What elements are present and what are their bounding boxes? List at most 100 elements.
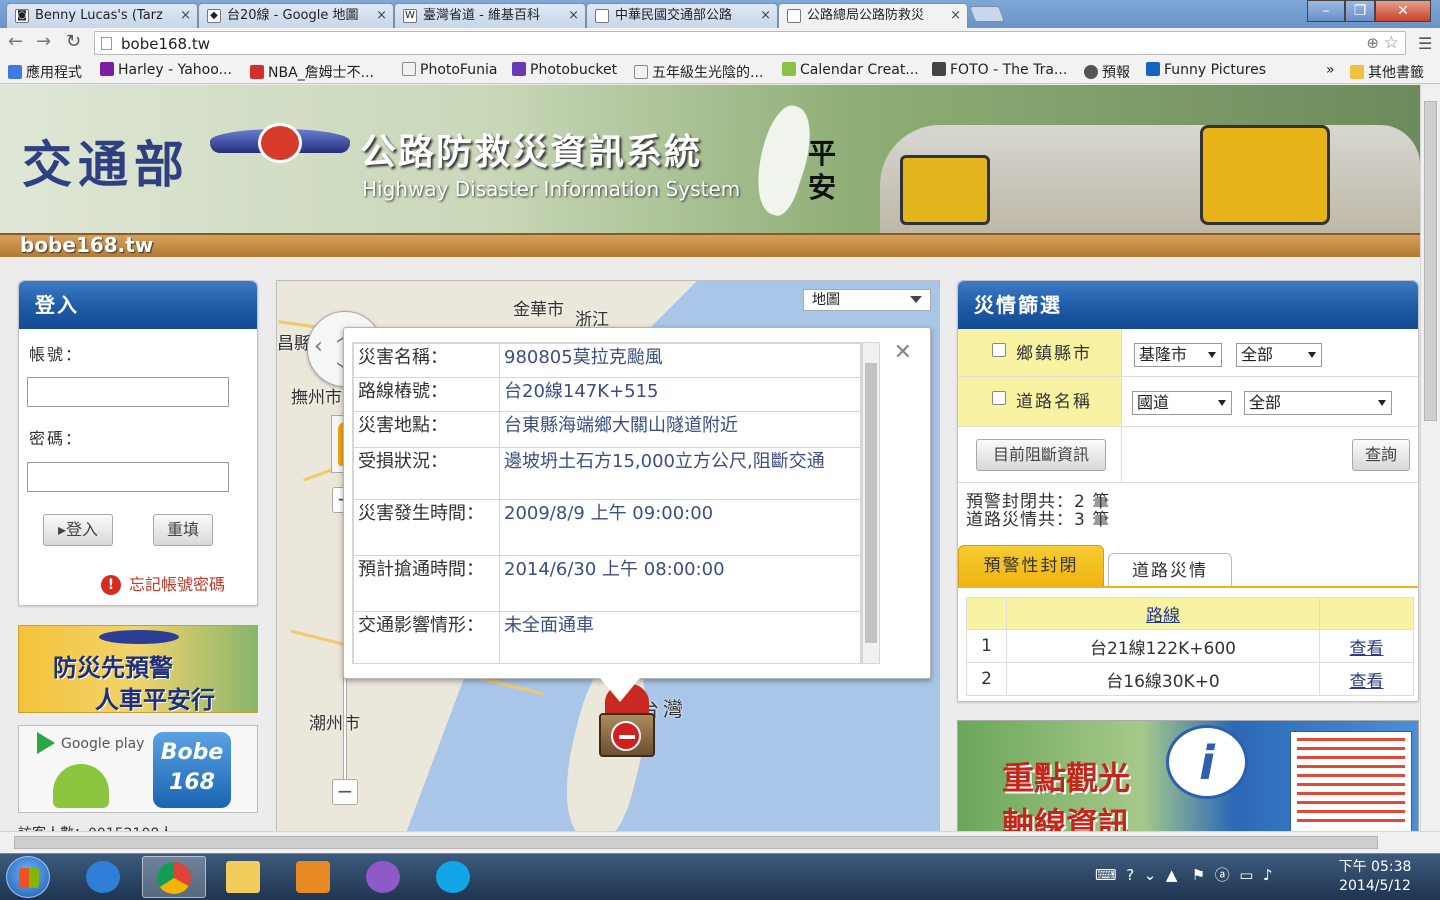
view-link[interactable]: 查看	[1319, 629, 1414, 663]
tab-close-icon[interactable]: ×	[760, 4, 771, 27]
table-row: 災害發生時間： 2009/8/9 上午 09:00:00	[353, 499, 861, 556]
taskbar-clock[interactable]: 下午 05:38 2014/5/12	[1330, 858, 1420, 896]
bookmark-foto[interactable]: FOTO - The Tra...	[932, 62, 1067, 78]
taskbar-chrome[interactable]	[142, 856, 206, 898]
bookmarks-overflow-chevron[interactable]: »	[1326, 62, 1335, 78]
info-window-scrollbar[interactable]	[862, 342, 880, 664]
township-select[interactable]: 全部	[1236, 343, 1322, 367]
reset-button[interactable]: 重填	[153, 514, 213, 546]
browser-tab-5-active[interactable]: 公路總局公路防救災 ×	[778, 3, 968, 29]
window-close-button[interactable]: ✕	[1375, 0, 1431, 22]
bookmark-apps[interactable]: 應用程式	[8, 62, 82, 82]
login-button[interactable]: ▸登入	[43, 514, 113, 546]
tab-close-icon[interactable]: ×	[376, 4, 387, 27]
page-horizontal-scrollbar[interactable]	[0, 831, 1440, 853]
bookmark-star-icon[interactable]: ☆	[1384, 33, 1399, 53]
keyboard-icon[interactable]: ⌨	[1095, 866, 1117, 884]
password-input[interactable]	[27, 462, 229, 492]
bookmark-photobucket[interactable]: Photobucket	[512, 62, 617, 78]
table-row: 預計搶通時間： 2014/6/30 上午 08:00:00	[353, 555, 861, 612]
county-checkbox[interactable]	[992, 343, 1006, 357]
table-row: 1 台21線122K+600 查看	[966, 629, 1414, 663]
disaster-warning-banner[interactable]: 防災先預警 人車平安行	[18, 625, 258, 713]
bookmark-photofunia[interactable]: PhotoFunia	[402, 62, 497, 78]
eye-icon	[1084, 65, 1098, 79]
window-minimize-button[interactable]: –	[1307, 0, 1345, 22]
account-input[interactable]	[27, 377, 229, 407]
browser-tab-1[interactable]: ◙ Benny Lucas's (Tarz ×	[6, 3, 198, 28]
bookmark-fifth-grade[interactable]: 五年級生光陰的...	[634, 62, 763, 82]
browser-menu-icon[interactable]: ☰	[1418, 34, 1432, 53]
window-maximize-button[interactable]: ❐	[1345, 0, 1375, 22]
table-row: 災害地點： 台東縣海端鄉大關山隧道附近	[353, 411, 861, 448]
map-view[interactable]: 金華市 浙江 撫州市 潮州市 台灣 昌縣 地圖 ︿ ﹀ ‹ › + − 災害名稱…	[276, 280, 940, 831]
tab-close-icon[interactable]: ×	[180, 4, 191, 27]
pan-left-icon[interactable]: ‹	[314, 334, 323, 359]
taskbar-yahoo-messenger[interactable]	[352, 856, 416, 898]
back-arrow-icon[interactable]: ←	[8, 32, 23, 52]
tab-close-icon[interactable]: ×	[568, 4, 579, 27]
view-link[interactable]: 查看	[1319, 662, 1414, 696]
zoom-out-button[interactable]: −	[332, 779, 358, 805]
reload-icon[interactable]: ↻	[66, 32, 81, 52]
close-icon[interactable]: ✕	[894, 340, 912, 365]
new-tab-button[interactable]	[969, 6, 1005, 22]
query-button[interactable]: 查詢	[1352, 439, 1410, 471]
windows-taskbar: ⌨ ? ⌄ ▲ ⚑ ⓐ ▭ ♪ 下午 05:38 2014/5/12	[0, 853, 1440, 900]
promo-line-2: 人車平安行	[95, 686, 215, 713]
page-favicon-icon	[787, 9, 801, 23]
tab-close-icon[interactable]: ×	[950, 4, 961, 27]
browser-tab-3[interactable]: W 臺灣省道 - 維基百科 ×	[394, 3, 586, 28]
google-play-label: Google play	[61, 736, 145, 752]
road-label: 道路名稱	[1016, 392, 1092, 412]
map-type-select[interactable]: 地圖	[803, 289, 931, 311]
map-label: 金華市	[513, 300, 564, 320]
tourism-axis-banner[interactable]: 重點觀光 軸線資訊 i	[957, 720, 1419, 831]
tray-expand-icon[interactable]: ▲	[1166, 866, 1178, 884]
google-play-app-banner[interactable]: Google play Bobe 168	[18, 725, 258, 813]
bookmark-nba[interactable]: NBA_詹姆士不...	[250, 62, 374, 82]
action-center-flag-icon[interactable]: ⚑	[1192, 866, 1205, 884]
road-name-select[interactable]: 全部	[1244, 391, 1392, 415]
table-row: 2 台16線30K+0 查看	[966, 662, 1414, 696]
bookmark-calendar-creator[interactable]: Calendar Creat...	[782, 62, 919, 78]
bookmark-harley[interactable]: Harley - Yahoo...	[100, 62, 232, 78]
ime-icon[interactable]: ⓐ	[1215, 866, 1230, 884]
page-vertical-scrollbar[interactable]	[1420, 85, 1440, 831]
start-button[interactable]	[6, 856, 50, 898]
address-bar[interactable]: bobe168.tw ⊕ ☆	[94, 31, 1406, 55]
banner-excavator-image	[900, 155, 990, 225]
route-column-header[interactable]: 路線	[1006, 597, 1320, 630]
chevron-down-icon	[910, 296, 922, 303]
network-icon[interactable]: ▭	[1239, 866, 1253, 884]
info-window-content: 災害名稱： 980805莫拉克颱風 路線樁號： 台20線147K+515 災害地點：…	[352, 342, 862, 664]
site-banner: 交通部 公路防救災資訊系統 Highway Disaster Informati…	[0, 85, 1420, 257]
forgot-password-link[interactable]: ! 忘記帳號密碼	[101, 571, 225, 595]
tour-list-image	[1290, 731, 1412, 831]
clock-time: 下午 05:38	[1338, 859, 1412, 875]
tab-title: Benny Lucas's (Tarz	[35, 8, 163, 23]
zoom-icon[interactable]: ⊕	[1366, 34, 1379, 52]
address-url[interactable]: bobe168.tw	[121, 35, 210, 53]
county-select[interactable]: 基隆市	[1134, 343, 1222, 367]
browser-tab-2[interactable]: ◆ 台20線 - Google 地圖 ×	[198, 3, 394, 28]
taskbar-skype[interactable]	[422, 856, 486, 898]
road-checkbox[interactable]	[992, 391, 1006, 405]
taskbar-internet-explorer[interactable]	[72, 856, 136, 898]
tab-warning-closure[interactable]: 預警性封閉	[958, 545, 1104, 587]
bookmark-other[interactable]: 其他書籤	[1350, 62, 1424, 82]
taskbar-media-player[interactable]	[282, 856, 346, 898]
forward-arrow-icon[interactable]: →	[36, 32, 51, 52]
google-play-icon	[37, 732, 55, 754]
road-type-select[interactable]: 國道	[1132, 391, 1232, 415]
chevron-down-icon	[1308, 352, 1316, 358]
current-block-button[interactable]: 目前阻斷資訊	[976, 439, 1106, 471]
chevron-down-icon[interactable]: ⌄	[1144, 866, 1157, 884]
taskbar-explorer[interactable]	[212, 856, 276, 898]
volume-icon[interactable]: ♪	[1263, 866, 1273, 884]
browser-tab-4[interactable]: 中華民國交通部公路 ×	[586, 3, 778, 28]
help-icon[interactable]: ?	[1126, 866, 1134, 884]
bookmark-forecast[interactable]: 預報	[1084, 62, 1130, 82]
tab-road-disaster[interactable]: 道路災情	[1108, 553, 1232, 587]
bookmark-funny-pictures[interactable]: Funny Pictures	[1146, 62, 1266, 78]
